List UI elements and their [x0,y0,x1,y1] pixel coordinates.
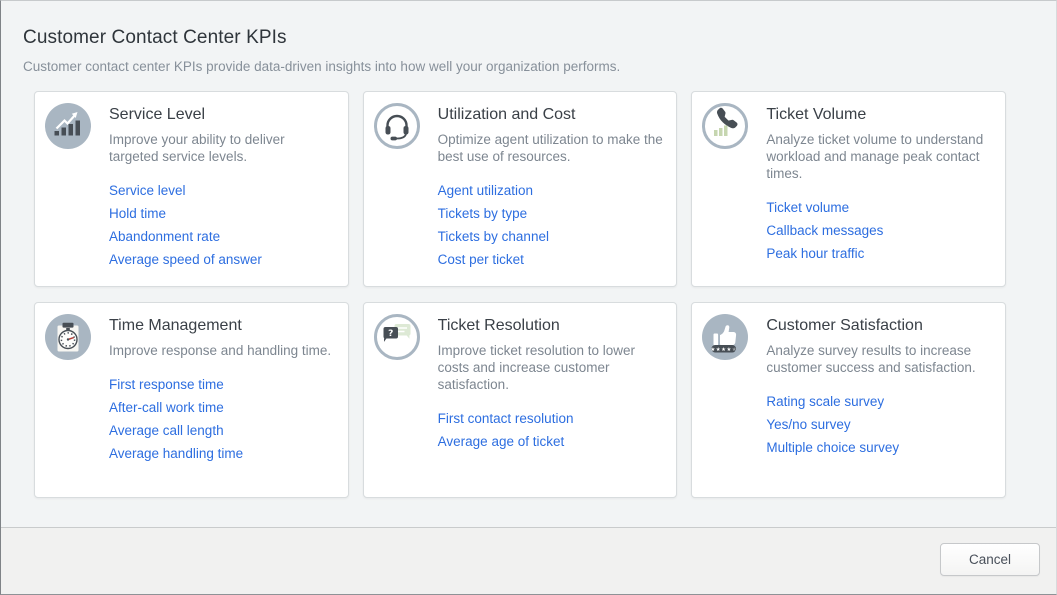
kpi-link-rating-scale-survey[interactable]: Rating scale survey [766,395,884,408]
cards-grid: Service Level Improve your ability to de… [34,91,1006,498]
stopwatch-clipboard-icon [45,314,91,360]
kpi-card-ticket-volume: Ticket Volume Analyze ticket volume to u… [691,91,1006,287]
kpi-card-body: Service Level Improve your ability to de… [109,103,336,266]
kpi-link-ticket-volume[interactable]: Ticket volume [766,201,849,214]
kpi-link-average-handling-time[interactable]: Average handling time [109,447,243,460]
panel-content: Customer Contact Center KPIs Customer co… [1,1,1056,527]
kpi-card-description: Analyze ticket volume to understand work… [766,131,993,182]
kpi-card-title: Time Management [109,316,336,335]
kpi-card-title: Ticket Resolution [438,316,665,335]
kpi-link-after-call-work-time[interactable]: After-call work time [109,401,224,414]
kpi-link-average-speed-of-answer[interactable]: Average speed of answer [109,253,262,266]
kpi-link-service-level[interactable]: Service level [109,184,186,197]
kpi-card-service-level: Service Level Improve your ability to de… [34,91,349,287]
page-title: Customer Contact Center KPIs [23,27,1034,49]
kpi-link-list: First response time After-call work time A… [109,378,336,460]
kpi-card-description: Improve response and handling time. [109,342,336,359]
kpi-link-yes-no-survey[interactable]: Yes/no survey [766,418,850,431]
kpi-card-ticket-resolution: ? Ticket Resolution Improve ticket resol… [363,302,678,498]
kpi-link-cost-per-ticket[interactable]: Cost per ticket [438,253,524,266]
kpi-card-body: Time Management Improve response and han… [109,314,336,460]
kpi-card-description: Analyze survey results to increase custo… [766,342,993,376]
kpi-card-title: Ticket Volume [766,105,993,124]
kpi-link-list: Agent utilization Tickets by type Tickets … [438,184,665,266]
kpi-card-body: Utilization and Cost Optimize agent util… [438,103,665,266]
headset-icon [374,103,420,149]
page-subtitle: Customer contact center KPIs provide dat… [23,58,1034,75]
kpi-link-hold-time[interactable]: Hold time [109,207,166,220]
kpi-link-callback-messages[interactable]: Callback messages [766,224,883,237]
page-header: Customer Contact Center KPIs Customer co… [1,1,1056,75]
kpi-card-title: Utilization and Cost [438,105,665,124]
kpi-card-customer-satisfaction: ★★★★★ Customer Satisfaction Analyze surv… [691,302,1006,498]
kpi-card-description: Optimize agent utilization to make the b… [438,131,665,165]
svg-text:?: ? [388,329,393,339]
kpi-link-first-response-time[interactable]: First response time [109,378,224,391]
customer-contact-center-kpis-panel: Customer Contact Center KPIs Customer co… [0,0,1057,595]
thumbs-up-rating-icon: ★★★★★ [702,314,748,360]
kpi-link-tickets-by-channel[interactable]: Tickets by channel [438,230,549,243]
kpi-card-body: Customer Satisfaction Analyze survey res… [766,314,993,454]
kpi-link-first-contact-resolution[interactable]: First contact resolution [438,412,574,425]
kpi-card-utilization-and-cost: Utilization and Cost Optimize agent util… [363,91,678,287]
kpi-card-title: Customer Satisfaction [766,316,993,335]
kpi-link-list: Service level Hold time Abandonment rate Av… [109,184,336,266]
kpi-card-description: Improve your ability to deliver targeted… [109,131,336,165]
bar-chart-trend-icon [45,103,91,149]
kpi-link-tickets-by-type[interactable]: Tickets by type [438,207,528,220]
kpi-link-list: Rating scale survey Yes/no survey Multiple… [766,395,993,454]
phone-stats-icon [702,103,748,149]
kpi-link-average-call-length[interactable]: Average call length [109,424,224,437]
kpi-link-list: Ticket volume Callback messages Peak hour … [766,201,993,260]
kpi-link-average-age-of-ticket[interactable]: Average age of ticket [438,435,565,448]
kpi-card-body: Ticket Resolution Improve ticket resolut… [438,314,665,448]
kpi-card-time-management: Time Management Improve response and han… [34,302,349,498]
svg-text:★★★★★: ★★★★★ [711,347,738,353]
chat-question-icon: ? [374,314,420,360]
kpi-link-list: First contact resolution Average age of t… [438,412,665,448]
kpi-card-body: Ticket Volume Analyze ticket volume to u… [766,103,993,260]
kpi-link-agent-utilization[interactable]: Agent utilization [438,184,533,197]
kpi-link-multiple-choice-survey[interactable]: Multiple choice survey [766,441,899,454]
kpi-card-description: Improve ticket resolution to lower costs… [438,342,665,393]
kpi-link-peak-hour-traffic[interactable]: Peak hour traffic [766,247,864,260]
footer-bar: Cancel [1,527,1056,594]
kpi-card-title: Service Level [109,105,336,124]
kpi-link-abandonment-rate[interactable]: Abandonment rate [109,230,220,243]
cancel-button[interactable]: Cancel [940,543,1040,576]
